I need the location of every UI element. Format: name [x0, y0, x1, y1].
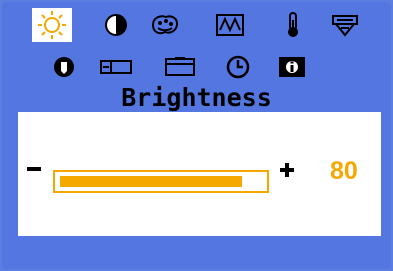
position-h-icon[interactable] [96, 50, 136, 84]
slider-fill [60, 176, 242, 187]
decrease-button[interactable] [27, 167, 41, 171]
position-v-icon[interactable] [160, 50, 200, 84]
geometry-icon[interactable] [210, 8, 250, 42]
clock-icon[interactable] [218, 50, 258, 84]
reset-icon[interactable] [272, 50, 312, 84]
temperature-icon[interactable] [273, 8, 313, 42]
color-icon[interactable] [145, 8, 185, 42]
increase-button[interactable] [280, 163, 294, 177]
brightness-icon[interactable] [32, 8, 72, 42]
brightness-value: 80 [330, 157, 358, 185]
contrast-icon[interactable] [96, 8, 136, 42]
info-icon[interactable] [44, 50, 84, 84]
osd-window: Brightness 80 [0, 0, 393, 271]
brightness-slider[interactable] [53, 170, 269, 193]
page-title: Brightness [121, 83, 272, 112]
slider-panel: 80 [18, 112, 381, 236]
language-icon[interactable] [325, 8, 365, 42]
